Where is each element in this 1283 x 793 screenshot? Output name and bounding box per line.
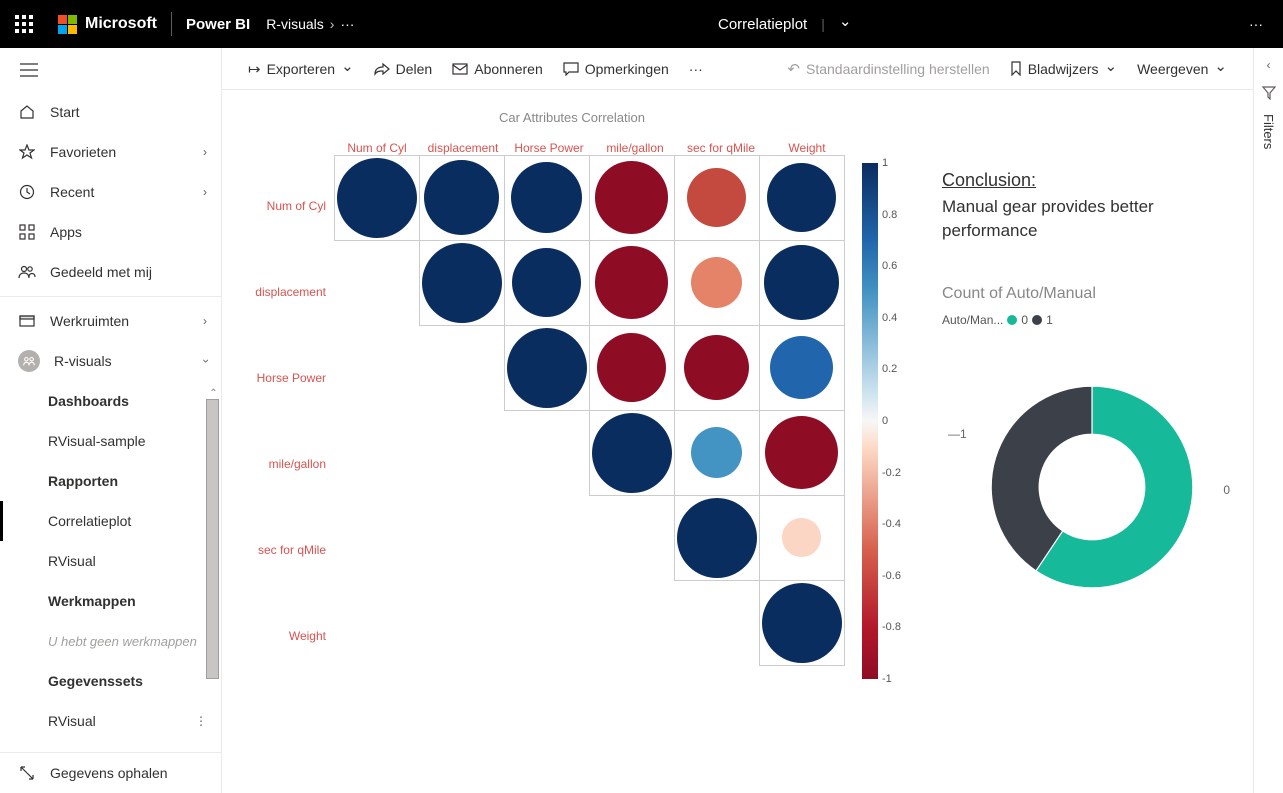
corr-cell	[589, 325, 675, 411]
filters-label: Filters	[1261, 114, 1276, 149]
report-canvas: Car Attributes Correlation Num of Cyldis…	[222, 90, 1253, 793]
chevron-up-icon: ›	[198, 359, 212, 363]
conclusion-textbox: Conclusion: Manual gear provides better …	[942, 170, 1223, 243]
brand-text: Microsoft	[85, 15, 157, 33]
corr-cell	[759, 495, 845, 581]
comments-button[interactable]: Opmerkingen	[555, 57, 677, 81]
correlation-plot-visual[interactable]: Car Attributes Correlation Num of Cyldis…	[252, 110, 892, 773]
product-label[interactable]: Power BI	[186, 16, 250, 33]
corr-cell	[419, 155, 505, 241]
corr-cell	[504, 240, 590, 326]
corr-cell	[674, 410, 760, 496]
collapse-icon[interactable]: ‹	[1267, 58, 1271, 72]
corr-cell	[589, 410, 675, 496]
home-icon	[18, 103, 36, 121]
filters-icon	[1262, 86, 1276, 100]
breadcrumb-workspace[interactable]: R-visuals›···	[266, 16, 354, 32]
nav-werkruimten[interactable]: Werkruimten ›	[0, 301, 221, 341]
share-icon	[374, 62, 390, 76]
report-dropdown-icon[interactable]	[839, 15, 852, 33]
export-button[interactable]: ↦ Exporteren	[240, 56, 362, 82]
corr-cell	[674, 240, 760, 326]
nav-no-workbooks: U hebt geen werkmappen	[0, 621, 221, 661]
nav-dashboards-heading: Dashboards	[0, 381, 221, 421]
donut-chart-visual[interactable]: 0 —1	[972, 367, 1212, 607]
corr-cell	[674, 155, 760, 241]
colorbar: 10.80.60.40.20-0.2-0.4-0.6-0.8-1	[862, 163, 878, 679]
subscribe-button[interactable]: Abonneren	[444, 57, 551, 81]
nav-gedeeld[interactable]: Gedeeld met mij	[0, 252, 221, 292]
corr-cell	[589, 155, 675, 241]
comment-icon	[563, 62, 579, 76]
donut-legend: Auto/Man... 0 1	[942, 313, 1223, 327]
chevron-down-icon	[1105, 60, 1118, 78]
corr-cell	[674, 495, 760, 581]
global-header: Microsoft Power BI R-visuals›··· Correla…	[0, 0, 1283, 48]
corr-cell	[759, 580, 845, 666]
corr-cell	[589, 240, 675, 326]
view-button[interactable]: Weergeven	[1129, 56, 1235, 82]
workspace-avatar-icon	[18, 350, 40, 372]
header-divider	[171, 12, 172, 36]
content-area: ↦ Exporteren Delen Abonneren Opmerkingen…	[222, 48, 1253, 793]
more-icon[interactable]: ···	[340, 16, 354, 32]
chevron-down-icon	[341, 60, 354, 78]
star-icon	[18, 143, 36, 161]
donut-title: Count of Auto/Manual	[942, 285, 1223, 303]
corr-cell	[759, 410, 845, 496]
nav-gegevenssets-heading: Gegevenssets	[0, 661, 221, 701]
nav-correlatieplot[interactable]: Correlatieplot	[0, 501, 221, 541]
corr-cell	[759, 155, 845, 241]
toolbar-more-button[interactable]: ···	[681, 57, 711, 81]
filters-pane[interactable]: ‹ Filters	[1253, 48, 1283, 793]
nav-get-data[interactable]: Gegevens ophalen	[0, 753, 221, 793]
workspace-icon	[18, 312, 36, 330]
bookmarks-button[interactable]: Bladwijzers	[1002, 56, 1125, 82]
app-launcher-icon[interactable]	[8, 8, 40, 40]
export-icon: ↦	[248, 60, 261, 78]
left-navigation: Start Favorieten › Recent › Apps Gedeeld…	[0, 48, 222, 793]
chevron-right-icon: ›	[203, 185, 207, 199]
nav-rvisual-report[interactable]: RVisual	[0, 541, 221, 581]
download-icon	[18, 764, 36, 782]
nav-rapporten-heading: Rapporten	[0, 461, 221, 501]
chevron-right-icon: ›	[203, 145, 207, 159]
corr-cell	[334, 155, 420, 241]
report-toolbar: ↦ Exporteren Delen Abonneren Opmerkingen…	[222, 48, 1253, 90]
corr-cell	[504, 325, 590, 411]
donut-label-1: —1	[948, 427, 967, 441]
hamburger-icon[interactable]	[0, 48, 221, 92]
corr-cell	[759, 240, 845, 326]
nav-rvisual-sample[interactable]: RVisual-sample	[0, 421, 221, 461]
conclusion-title: Conclusion:	[942, 170, 1223, 191]
mail-icon	[452, 63, 468, 75]
chevron-right-icon: ›	[203, 314, 207, 328]
corr-cell	[504, 155, 590, 241]
chevron-down-icon	[1214, 60, 1227, 78]
nav-start[interactable]: Start	[0, 92, 221, 132]
nav-rvisuals-workspace[interactable]: R-visuals ›	[0, 341, 221, 381]
reset-button[interactable]: ↶ Standaardinstelling herstellen	[779, 56, 997, 82]
undo-icon: ↶	[787, 60, 800, 78]
clock-icon	[18, 183, 36, 201]
header-more-icon[interactable]: ···	[1249, 16, 1263, 32]
corr-cell	[419, 240, 505, 326]
people-icon	[18, 263, 36, 281]
nav-favorieten[interactable]: Favorieten ›	[0, 132, 221, 172]
share-button[interactable]: Delen	[366, 57, 441, 81]
nav-recent[interactable]: Recent ›	[0, 172, 221, 212]
nav-rvisual-dataset[interactable]: RVisual⋮	[0, 701, 221, 741]
nav-apps[interactable]: Apps	[0, 212, 221, 252]
report-title: Correlatieplot	[718, 16, 807, 33]
nav-werkmappen-heading: Werkmappen	[0, 581, 221, 621]
microsoft-logo: Microsoft	[58, 15, 157, 34]
apps-icon	[18, 223, 36, 241]
conclusion-text: Manual gear provides better performance	[942, 195, 1223, 243]
donut-label-0: 0	[1223, 483, 1230, 497]
corr-cell	[674, 325, 760, 411]
corr-cell	[759, 325, 845, 411]
nav-scrollbar[interactable]: ⌃	[206, 388, 221, 788]
plot-title: Car Attributes Correlation	[252, 110, 892, 125]
bookmark-icon	[1010, 61, 1022, 76]
